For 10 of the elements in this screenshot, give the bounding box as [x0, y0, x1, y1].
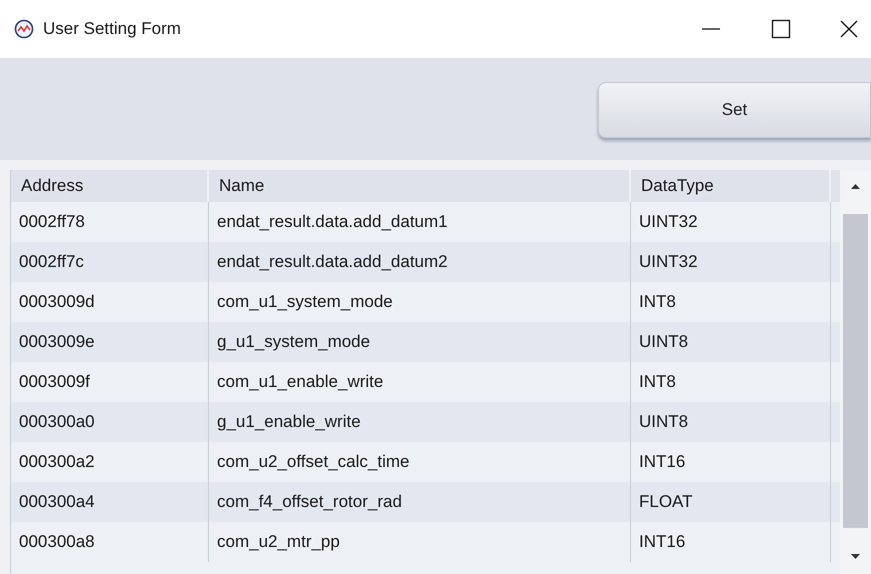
app-icon [14, 19, 34, 39]
close-icon[interactable] [839, 19, 859, 39]
maximize-icon[interactable] [771, 19, 791, 39]
scrollbar[interactable] [840, 170, 871, 574]
set-button[interactable]: Set [598, 82, 871, 138]
scroll-thumb[interactable] [843, 214, 868, 528]
table-cell: 000300a8 [11, 522, 209, 562]
window-title: User Setting Form [43, 18, 181, 40]
table-cell: com_u2_mtr_pp [209, 522, 631, 562]
table-cell: INT16 [631, 522, 831, 562]
